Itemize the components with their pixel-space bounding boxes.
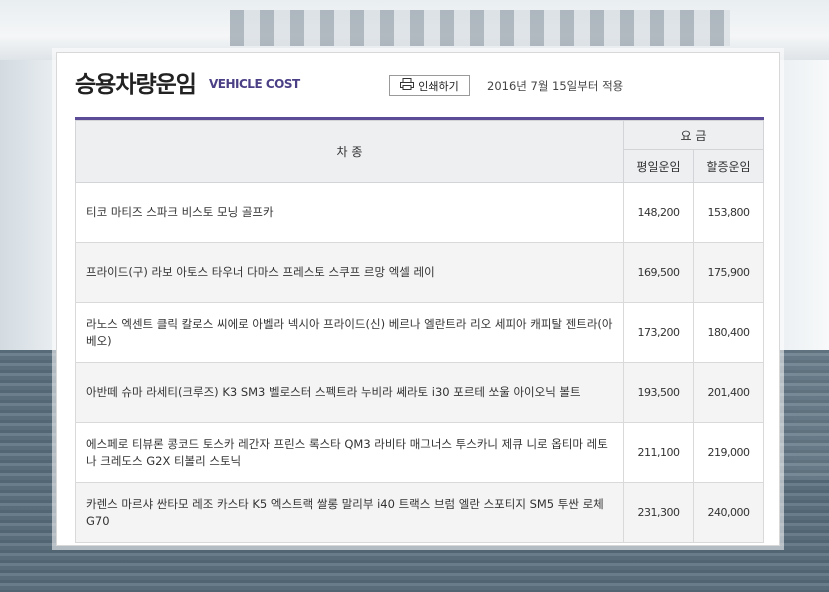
vehicle-models-cell: 프라이드(구) 라보 아토스 타우너 다마스 프레스토 스쿠프 르망 엑셀 레이 xyxy=(75,242,624,303)
vehicle-models-cell: 티코 마티즈 스파크 비스토 모닝 골프카 xyxy=(75,182,624,243)
surcharge-fare-cell: 175,900 xyxy=(693,242,764,303)
ship-hull-left xyxy=(0,60,58,350)
surcharge-fare-cell: 180,400 xyxy=(693,302,764,363)
page-subtitle: VEHICLE COST xyxy=(209,77,300,91)
weekday-fare-cell: 169,500 xyxy=(623,242,694,303)
vehicle-models-cell: 아반떼 슈마 라세티(크루즈) K3 SM3 벨로스터 스펙트라 누비라 쎄라토… xyxy=(75,362,624,423)
weekday-fare-cell: 211,100 xyxy=(623,422,694,483)
fare-table-wrapper: 차 종 요 금 평일운임 할증운임 티코 마티즈 스파크 비스토 모닝 골프카 … xyxy=(75,117,764,543)
effective-date-note: 2016년 7월 15일부터 적용 xyxy=(487,79,624,93)
weekday-fare-cell: 231,300 xyxy=(623,482,694,543)
column-header-surcharge: 할증운임 xyxy=(693,149,764,183)
printer-icon xyxy=(400,78,415,93)
table-row: 카렌스 마르샤 싼타모 레조 카스타 K5 엑스트랙 쌀롱 말리부 i40 트랙… xyxy=(75,482,764,543)
column-header-weekday: 평일운임 xyxy=(623,149,694,183)
table-row: 에스페로 티뷰론 콩코드 토스카 레간자 프린스 록스타 QM3 라비타 매그너… xyxy=(75,422,764,483)
print-button-label: 인쇄하기 xyxy=(418,79,459,93)
column-header-vehicle-type: 차 종 xyxy=(75,120,624,183)
ship-windows xyxy=(230,10,730,46)
vehicle-models-cell: 라노스 엑센트 클릭 칼로스 씨에로 아벨라 넥시아 프라이드(신) 베르나 엘… xyxy=(75,302,624,363)
vehicle-models-cell: 카렌스 마르샤 싼타모 레조 카스타 K5 엑스트랙 쌀롱 말리부 i40 트랙… xyxy=(75,482,624,543)
surcharge-fare-cell: 153,800 xyxy=(693,182,764,243)
table-row: 아반떼 슈마 라세티(크루즈) K3 SM3 벨로스터 스펙트라 누비라 쎄라토… xyxy=(75,362,764,423)
panel-header: 승용차량운임 VEHICLE COST 인쇄하기 2016년 7월 15일부터 … xyxy=(75,65,761,105)
weekday-fare-cell: 148,200 xyxy=(623,182,694,243)
column-header-fare: 요 금 xyxy=(623,120,764,150)
table-row: 프라이드(구) 라보 아토스 타우너 다마스 프레스토 스쿠프 르망 엑셀 레이… xyxy=(75,242,764,303)
weekday-fare-cell: 173,200 xyxy=(623,302,694,363)
surcharge-fare-cell: 201,400 xyxy=(693,362,764,423)
table-row: 라노스 엑센트 클릭 칼로스 씨에로 아벨라 넥시아 프라이드(신) 베르나 엘… xyxy=(75,302,764,363)
surcharge-fare-cell: 219,000 xyxy=(693,422,764,483)
fare-table: 차 종 요 금 평일운임 할증운임 티코 마티즈 스파크 비스토 모닝 골프카 … xyxy=(75,120,764,543)
weekday-fare-cell: 193,500 xyxy=(623,362,694,423)
surcharge-fare-cell: 240,000 xyxy=(693,482,764,543)
print-button[interactable]: 인쇄하기 xyxy=(389,75,470,96)
page-title: 승용차량운임 xyxy=(75,72,197,98)
vehicle-cost-panel: 승용차량운임 VEHICLE COST 인쇄하기 2016년 7월 15일부터 … xyxy=(56,52,780,546)
table-row: 티코 마티즈 스파크 비스토 모닝 골프카 148,200 153,800 xyxy=(75,182,764,243)
vehicle-models-cell: 에스페로 티뷰론 콩코드 토스카 레간자 프린스 록스타 QM3 라비타 매그너… xyxy=(75,422,624,483)
